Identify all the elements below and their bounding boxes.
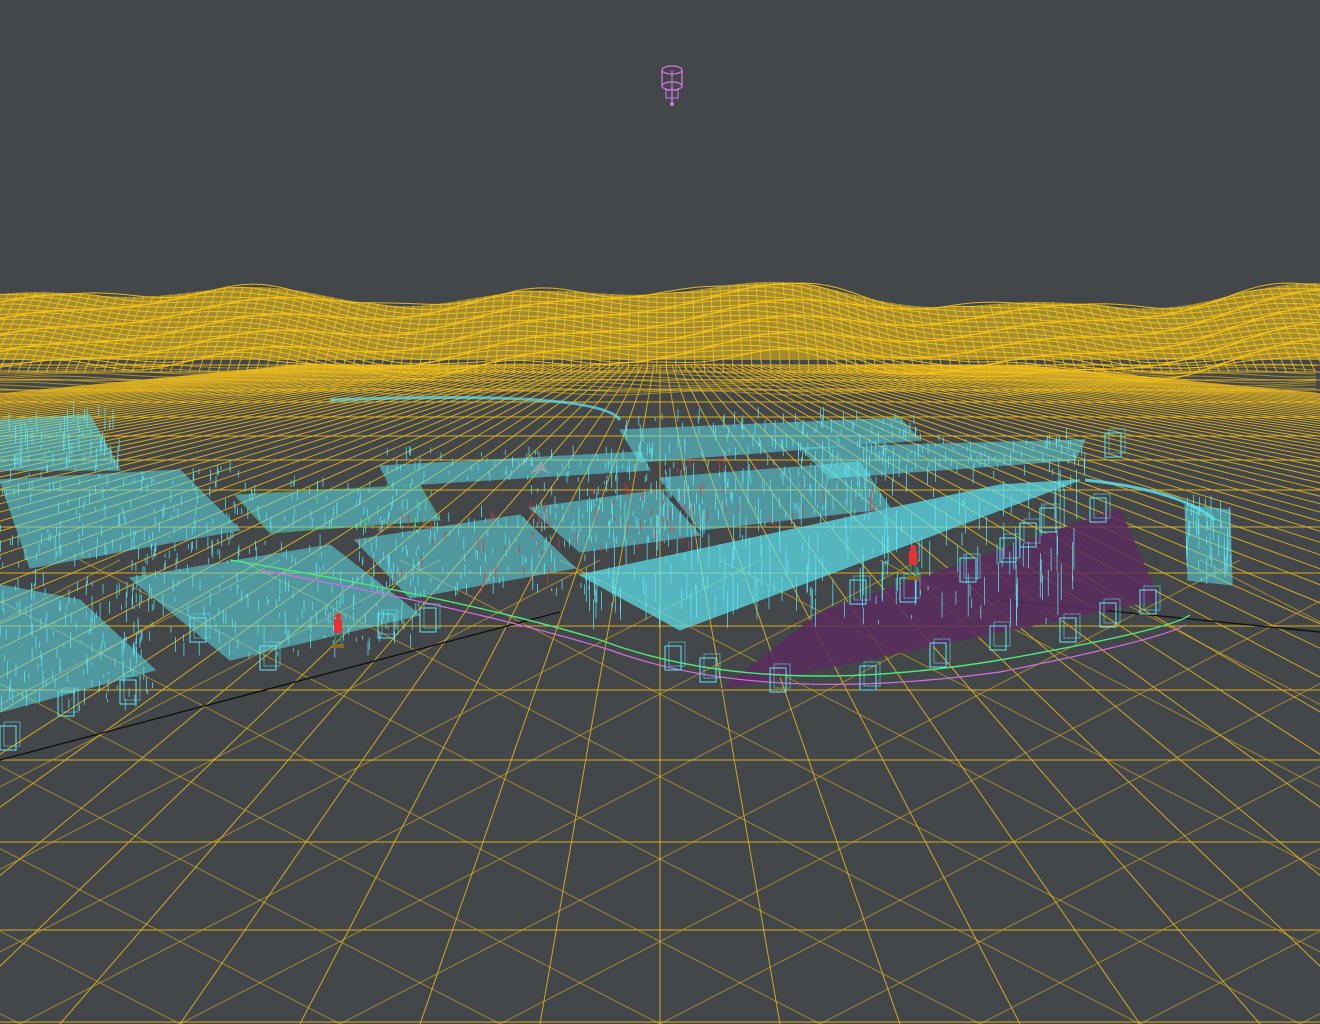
figure-torso: [334, 619, 342, 633]
figure-base: [907, 576, 919, 580]
figure-base: [332, 644, 344, 648]
camera-gizmo-target: [670, 102, 674, 106]
wireframe-scene[interactable]: [0, 0, 1320, 1024]
figure-head: [335, 613, 341, 619]
3d-viewport[interactable]: [0, 0, 1320, 1024]
figure-torso: [909, 551, 917, 565]
figure-head: [910, 545, 916, 551]
